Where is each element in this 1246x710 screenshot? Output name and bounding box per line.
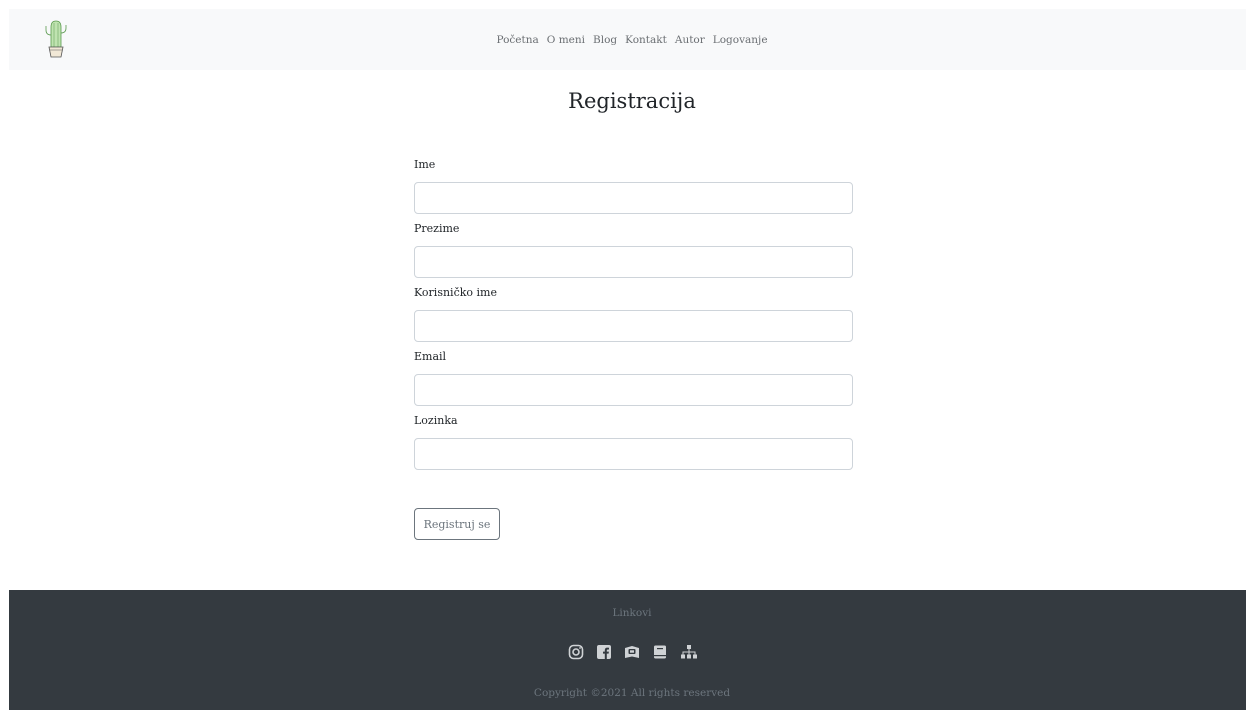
sitemap-icon[interactable] <box>680 644 697 660</box>
prezime-label: Prezime <box>414 222 460 235</box>
notebook-icon[interactable] <box>652 644 668 660</box>
lozinka-label: Lozinka <box>414 414 458 427</box>
nav-item-pocetna[interactable]: Početna <box>496 34 538 46</box>
korisnicko-ime-label: Korisničko ime <box>414 286 497 299</box>
copyright-text: Copyright ©2021 All rights reserved <box>533 687 731 699</box>
facebook-icon[interactable] <box>596 644 612 660</box>
page-title: Registracija <box>568 89 696 113</box>
ime-input[interactable] <box>414 182 853 214</box>
korisnicko-ime-input[interactable] <box>414 310 853 342</box>
instagram-icon[interactable] <box>568 644 584 660</box>
footer-links-row <box>9 642 1246 662</box>
footer: Linkovi Copyright ©2021 All rights reser… <box>9 590 1246 710</box>
email-input[interactable] <box>414 374 853 406</box>
email-label: Email <box>414 350 447 363</box>
field-group-ime: Ime <box>414 158 853 214</box>
prezime-input[interactable] <box>414 246 853 278</box>
field-group-email: Email <box>414 350 853 406</box>
register-button[interactable]: Registruj se <box>414 508 500 540</box>
field-group-korisnicko-ime: Korisničko ime <box>414 286 853 342</box>
registration-form: Ime Prezime Korisničko ime Email Lozinka <box>414 158 853 478</box>
nav-item-logovanje[interactable]: Logovanje <box>713 34 768 46</box>
book-icon[interactable] <box>624 644 640 660</box>
nav-item-kontakt[interactable]: Kontakt <box>625 34 667 46</box>
lozinka-input[interactable] <box>414 438 853 470</box>
footer-heading: Linkovi <box>612 607 652 619</box>
navbar: Početna O meni Blog Kontakt Autor Logova… <box>9 9 1246 70</box>
nav-item-o-meni[interactable]: O meni <box>547 34 585 46</box>
nav-links: Početna O meni Blog Kontakt Autor Logova… <box>9 9 1246 70</box>
ime-label: Ime <box>414 158 436 171</box>
field-group-prezime: Prezime <box>414 222 853 278</box>
nav-item-autor[interactable]: Autor <box>675 34 705 46</box>
nav-item-blog[interactable]: Blog <box>593 34 617 46</box>
page: Početna O meni Blog Kontakt Autor Logova… <box>9 9 1246 710</box>
field-group-lozinka: Lozinka <box>414 414 853 470</box>
